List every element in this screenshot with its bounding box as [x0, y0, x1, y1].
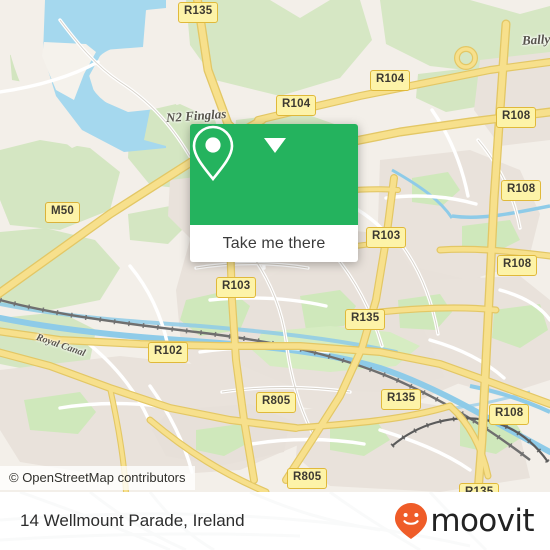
take-me-there-button[interactable]: Take me there — [190, 225, 358, 262]
map-canvas[interactable]: N2 Finglas Bally Royal Canal R135 R104 R… — [0, 0, 550, 492]
road-shield[interactable]: R135 — [178, 2, 219, 23]
road-shield[interactable]: R103 — [366, 227, 407, 248]
popup-pointer-tail — [264, 138, 286, 153]
road-name-label: Bally — [521, 31, 550, 48]
osm-attribution[interactable]: © OpenStreetMap contributors — [0, 466, 195, 490]
road-shield[interactable]: R108 — [489, 404, 530, 425]
take-me-there-label: Take me there — [222, 234, 326, 252]
moovit-logo[interactable]: moovit — [394, 502, 535, 540]
road-shield[interactable]: M50 — [45, 202, 80, 223]
road-shield[interactable]: R805 — [256, 392, 297, 413]
map-pin-icon — [192, 125, 234, 182]
road-shield[interactable]: R805 — [287, 468, 328, 489]
moovit-wordmark: moovit — [430, 502, 534, 539]
moovit-map-screenshot: N2 Finglas Bally Royal Canal R135 R104 R… — [0, 0, 550, 550]
moovit-pin-smiley-icon — [395, 503, 428, 539]
road-shield[interactable]: R104 — [276, 95, 317, 116]
footer-bar: 14 Wellmount Parade, Ireland moovit — [0, 492, 550, 550]
road-shield[interactable]: R102 — [148, 342, 189, 363]
road-shield[interactable]: R135 — [345, 309, 386, 330]
road-shield[interactable]: R104 — [370, 70, 411, 91]
road-shield[interactable]: R108 — [501, 180, 542, 201]
road-shield[interactable]: R108 — [496, 107, 537, 128]
road-shield[interactable]: R103 — [216, 277, 257, 298]
road-shield[interactable]: R108 — [497, 255, 538, 276]
address-label: 14 Wellmount Parade, Ireland — [20, 511, 245, 530]
road-shield[interactable]: R135 — [459, 483, 500, 492]
road-shield[interactable]: R135 — [381, 389, 422, 410]
